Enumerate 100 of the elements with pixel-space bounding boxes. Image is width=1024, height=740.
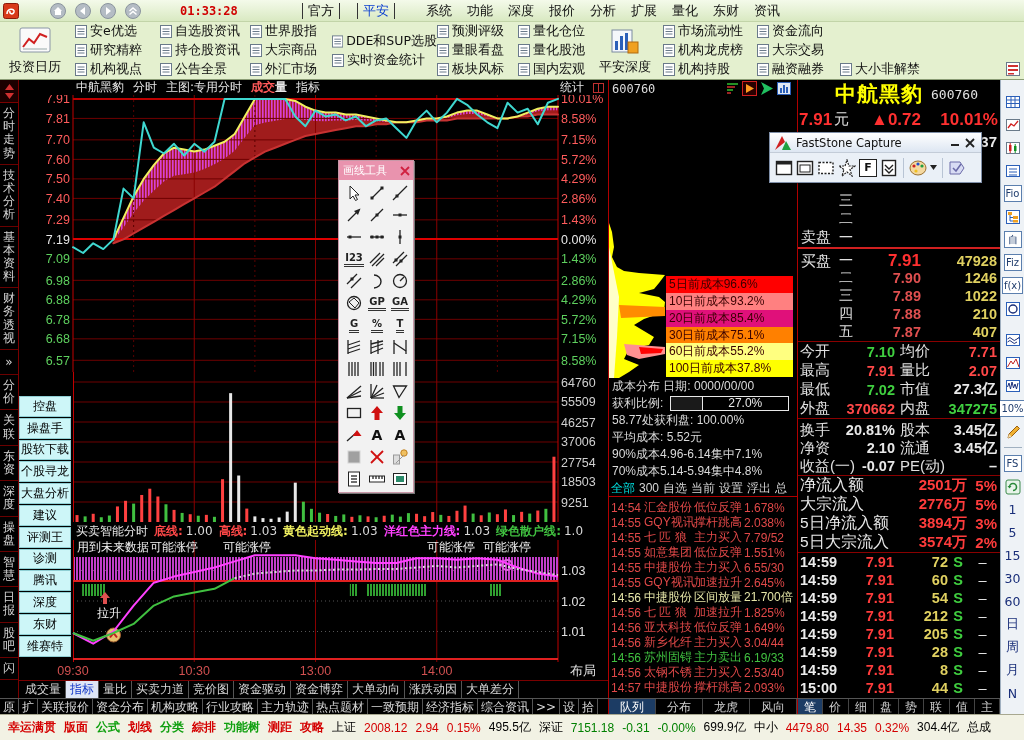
vertical-lines-icon[interactable] <box>369 361 385 377</box>
main-chart-tab[interactable]: 主图:专用分时 <box>166 79 243 96</box>
arrowhead-icon[interactable] <box>761 82 773 95</box>
list-tab[interactable]: 当前 <box>691 479 716 497</box>
menu-item[interactable]: 深度 <box>507 1 534 20</box>
app-tab[interactable]: 官方 <box>301 2 340 19</box>
polygon-circle-icon[interactable] <box>346 295 362 311</box>
menu-item[interactable]: 报价 <box>548 1 575 20</box>
up-triangle-icon[interactable] <box>4 83 14 90</box>
shortcut-button[interactable]: 建议 <box>19 505 71 526</box>
shortcut-button[interactable]: 诊测 <box>19 548 71 570</box>
expand-toggle[interactable]: » <box>0 350 18 375</box>
letter-tool-button[interactable]: A <box>394 427 406 443</box>
app-tab[interactable]: 平安 <box>356 2 395 19</box>
tree-icon[interactable] <box>1004 208 1021 225</box>
list-tab[interactable]: 300 <box>639 481 660 495</box>
pencil-icon[interactable] <box>1004 423 1021 440</box>
volume-tab[interactable]: 成交量 <box>251 79 288 96</box>
toolbar-link[interactable]: 世界股指 <box>250 22 332 41</box>
shortcut-button[interactable]: 腾讯 <box>19 570 71 592</box>
toolbar-link[interactable]: 自选股资讯 <box>160 22 250 41</box>
tool-tile[interactable]: Fiz <box>1003 254 1022 271</box>
list-tab[interactable]: 总 <box>775 479 788 497</box>
up-arrow-icon[interactable] <box>369 405 385 421</box>
channel-lines-icon[interactable] <box>392 251 408 267</box>
caret-icon[interactable] <box>930 165 937 170</box>
list-icon[interactable] <box>1004 162 1021 179</box>
status-link[interactable]: 测距 <box>268 719 292 736</box>
side-tab[interactable]: 闪 <box>0 658 18 681</box>
menu-item[interactable]: 量化 <box>671 1 698 20</box>
star-shape-icon[interactable] <box>838 158 856 177</box>
circle-icon[interactable] <box>1004 300 1021 317</box>
list-tab[interactable]: 设置 <box>719 479 744 497</box>
side-tab[interactable]: 关联 <box>0 410 18 446</box>
shortcut-button[interactable]: 操盘手 <box>19 417 71 439</box>
tag-icon[interactable] <box>948 158 966 177</box>
refresh-icon[interactable] <box>1004 478 1021 495</box>
stats-button[interactable]: 统计 <box>560 79 584 96</box>
shortcut-button[interactable]: 大盘分析 <box>19 483 71 504</box>
toolbar-link[interactable]: 公告全景 <box>160 60 250 79</box>
indicator-tab[interactable]: 指标 <box>296 79 321 96</box>
toolbar-link[interactable]: 量化股池 <box>518 41 595 60</box>
toolbar-link[interactable]: 量化仓位 <box>518 22 595 41</box>
mountain-icon[interactable] <box>1004 354 1021 371</box>
side-tab[interactable]: 股吧 <box>0 622 18 658</box>
text-tool-button[interactable]: I23 <box>344 251 364 267</box>
toolbar-link[interactable]: DDE和SUP选股 <box>332 31 437 51</box>
side-tab[interactable]: 分时走势 <box>0 103 18 165</box>
tool-tile[interactable]: 自 <box>1003 231 1022 248</box>
period-button[interactable]: 30 <box>1004 567 1021 590</box>
waveform-icon[interactable] <box>1004 377 1021 394</box>
ray-line-icon[interactable] <box>392 185 408 201</box>
toolbar-link[interactable]: 资金流向 <box>757 22 840 41</box>
period-tab[interactable]: 分时 <box>133 79 157 96</box>
fan-lines-icon[interactable] <box>369 383 385 399</box>
menu-item[interactable]: 分析 <box>589 1 616 20</box>
text-tool-button[interactable]: GA <box>391 295 409 311</box>
period-button[interactable]: 周 <box>1006 636 1019 659</box>
period-button[interactable]: 15 <box>1004 544 1021 567</box>
circle-icon[interactable] <box>392 273 408 289</box>
period-button[interactable]: N <box>1007 682 1018 705</box>
layout-button[interactable]: 布局 <box>558 662 608 680</box>
side-tab[interactable]: 东资 <box>0 445 18 482</box>
menu-item[interactable]: 扩展 <box>630 1 657 20</box>
slanted-grid-icon[interactable] <box>369 339 385 355</box>
tool-tile[interactable]: FS <box>1003 455 1022 472</box>
shortcut-button[interactable]: 维赛特 <box>19 635 71 657</box>
menu-item[interactable]: 系统 <box>425 1 452 20</box>
menu-item[interactable]: 功能 <box>466 1 493 20</box>
scroll-window-icon[interactable] <box>880 158 898 177</box>
bars-icon[interactable] <box>727 82 738 95</box>
picture-icon[interactable] <box>392 471 408 487</box>
chart-icon[interactable] <box>777 82 791 95</box>
toolbar-link[interactable]: 融资融券 <box>757 60 840 79</box>
regression-lines-icon[interactable] <box>346 273 362 289</box>
status-link[interactable]: 攻略 <box>300 719 324 736</box>
toolbar-link[interactable]: 安e优选 <box>75 22 160 41</box>
shortcut-button[interactable]: 股软下载 <box>19 439 71 461</box>
detail-tab[interactable]: 笔 <box>798 699 824 714</box>
chart-tab[interactable]: 指标 <box>66 681 99 698</box>
side-tab[interactable]: 智慧 <box>0 551 18 588</box>
toolbar-link[interactable]: 大宗交易 <box>757 41 840 60</box>
split-window-icon[interactable] <box>593 82 604 93</box>
toolbar-link[interactable]: 预测评级 <box>437 22 518 41</box>
side-tab[interactable]: 操盘 <box>0 516 18 552</box>
shortcut-button[interactable]: 深度 <box>19 592 71 613</box>
menu-item[interactable]: 东财 <box>712 1 739 20</box>
tool-tile[interactable]: 10% <box>999 400 1024 417</box>
eraser-icon[interactable] <box>392 449 408 465</box>
toolbar-link[interactable]: 实时资金统计 <box>332 50 437 70</box>
side-tab[interactable]: 日报 <box>0 587 18 623</box>
down-triangle-icon[interactable] <box>4 92 14 99</box>
toolbar-button[interactable]: 平安深度 <box>595 22 655 79</box>
line-chart-icon[interactable] <box>1004 116 1021 133</box>
cross-icon[interactable] <box>369 449 385 465</box>
window-frame-icon[interactable] <box>796 158 814 177</box>
toolbar-link[interactable]: 持仓股资讯 <box>160 41 250 60</box>
side-tab[interactable]: 深度 <box>0 481 18 517</box>
text-tool-button[interactable]: G <box>348 317 360 333</box>
play-icon[interactable] <box>742 81 757 96</box>
